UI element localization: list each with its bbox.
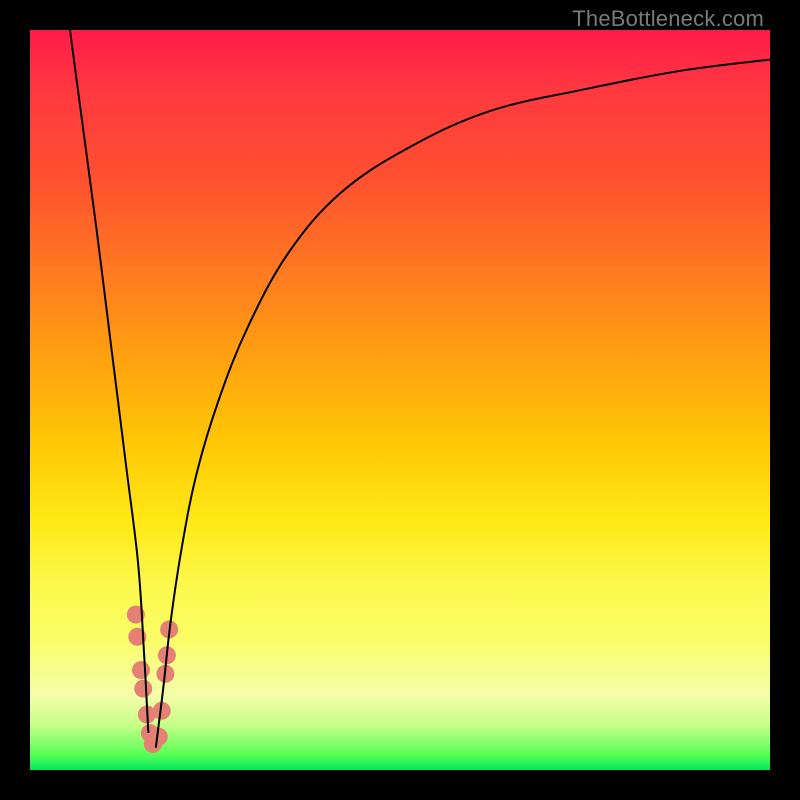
watermark-text: TheBottleneck.com — [572, 6, 764, 32]
data-marker — [134, 680, 152, 698]
data-marker — [132, 661, 150, 679]
plot-area — [30, 30, 770, 770]
curve-right — [156, 60, 770, 748]
chart-svg — [30, 30, 770, 770]
chart-frame: TheBottleneck.com — [0, 0, 800, 800]
curve-left — [70, 30, 148, 733]
